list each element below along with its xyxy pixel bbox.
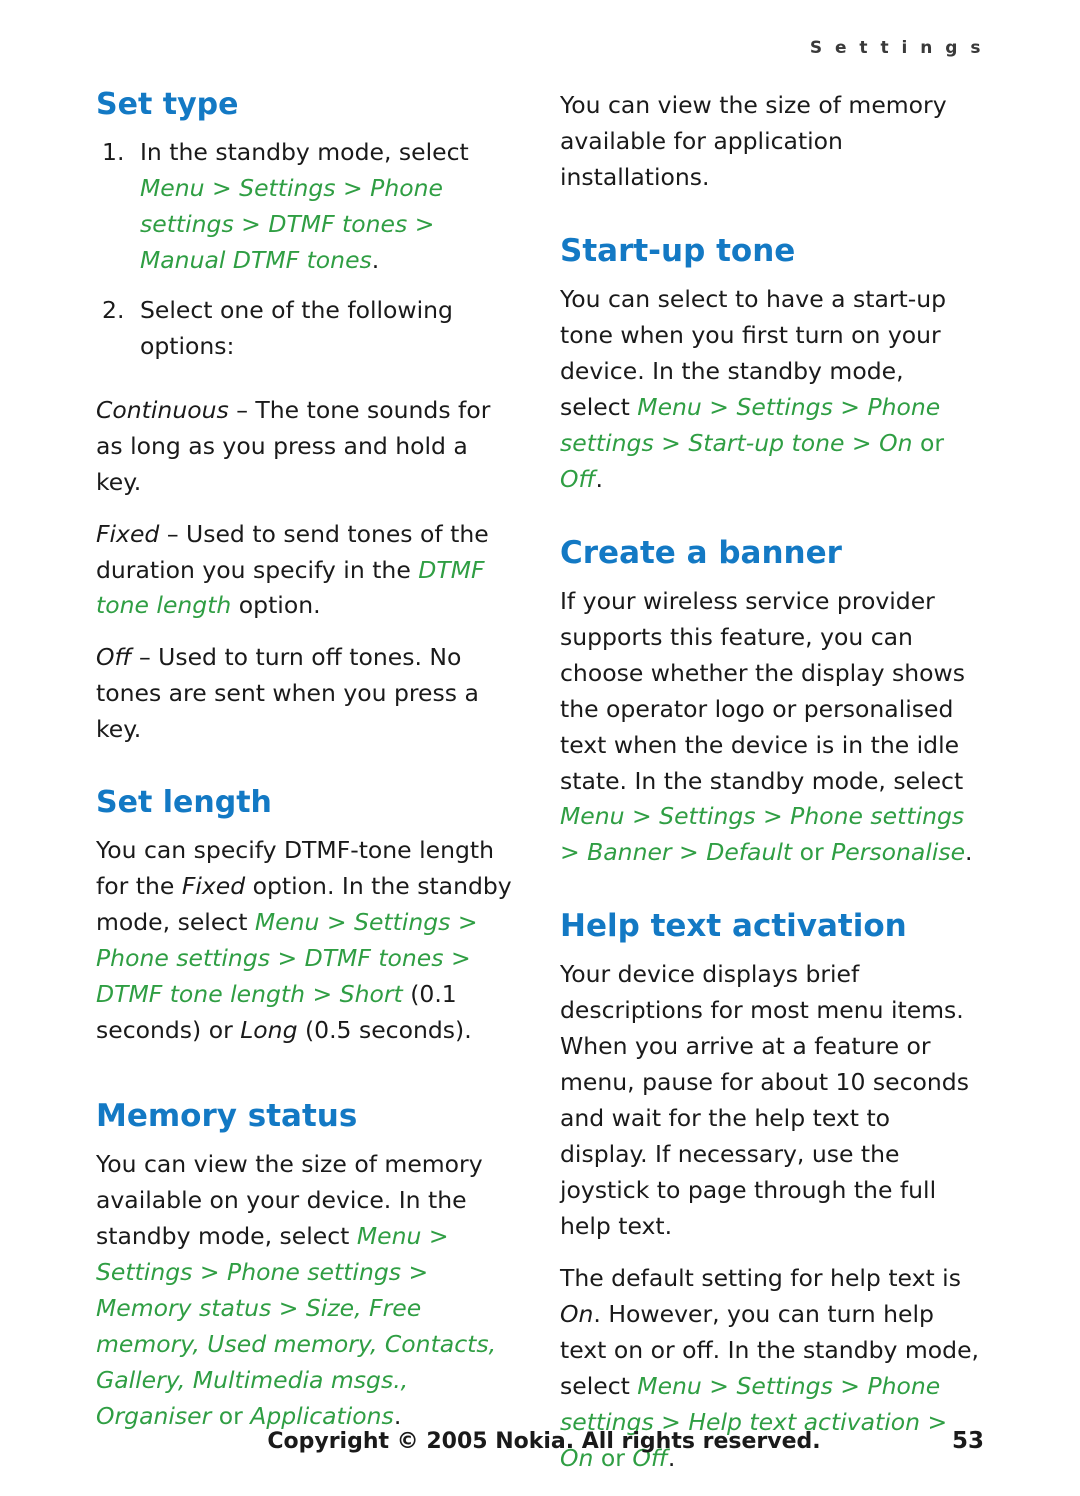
menu-path: Menu > Settings > Phone settings > DTMF … [140, 173, 443, 274]
text-d: (0.5 seconds). [297, 1016, 472, 1045]
option-term: Continuous [96, 395, 229, 424]
menu-option-applications: Applications [250, 1401, 394, 1430]
option-definition: – Used to turn off tones. No tones are s… [96, 643, 479, 744]
create-banner-paragraph: If your wireless service provider suppor… [560, 584, 980, 872]
option-long: Long [240, 1016, 298, 1045]
help-text-paragraph-1: Your device displays brief descriptions … [560, 960, 969, 1241]
text-or: or [912, 428, 944, 457]
heading-create-a-banner: Create a banner [560, 534, 842, 571]
page-footer: Copyright © 2005 Nokia. All rights reser… [0, 1428, 1080, 1454]
text-a: The default setting for help text is [560, 1264, 961, 1293]
text-a: If your wireless service provider suppor… [560, 586, 965, 795]
text-end: . [965, 838, 973, 867]
menu-option-personalise: Personalise [831, 838, 966, 867]
memory-status-paragraph: You can view the size of memory availabl… [96, 1147, 516, 1435]
option-term: Fixed [96, 519, 160, 548]
menu-path: Menu > Settings > Phone settings > Memor… [96, 1222, 497, 1430]
heading-help-text-activation: Help text activation [560, 908, 907, 945]
text-end: . [595, 464, 603, 493]
text-or: or [792, 838, 832, 867]
step-period: . [371, 245, 380, 274]
text-or: or [211, 1401, 251, 1430]
heading-set-length: Set length [96, 785, 272, 821]
option-term: Off [96, 643, 132, 672]
set-type-steps: 1. In the standby mode, select Menu > Set… [96, 135, 516, 365]
left-column: Set type 1. In the standby mode, select M… [96, 88, 516, 1477]
intro-paragraph: You can view the size of memory availabl… [560, 91, 947, 191]
step-number: 2. [102, 295, 125, 324]
start-up-tone-paragraph: You can select to have a start-up tone w… [560, 282, 980, 498]
list-item: 2. Select one of the following options: [96, 293, 516, 365]
step-text: Select one of the following options: [140, 295, 453, 360]
heading-start-up-tone: Start-up tone [560, 232, 796, 269]
heading-set-type: Set type [96, 87, 239, 122]
two-column-layout: Set type 1. In the standby mode, select M… [0, 88, 1080, 1477]
text-end: . [393, 1401, 402, 1430]
step-text: In the standby mode, select [140, 138, 469, 166]
copyright-notice: Copyright © 2005 Nokia. All rights reser… [267, 1429, 821, 1454]
option-continuous: Continuous – The tone sounds for as long… [96, 393, 516, 501]
set-length-paragraph: You can specify DTMF-tone length for the… [96, 833, 516, 1049]
option-off: Off – Used to turn off tones. No tones a… [96, 640, 516, 748]
heading-memory-status: Memory status [96, 1098, 358, 1135]
option-definition-b: option. [231, 591, 321, 620]
step-number: 1. [102, 138, 125, 166]
right-column: You can view the size of memory availabl… [560, 88, 980, 1477]
option-fixed-ref: Fixed [181, 872, 246, 901]
option-on: On [560, 1300, 594, 1329]
running-head: S e t t i n g s [809, 38, 984, 58]
menu-option-off: Off [560, 464, 596, 493]
page-number: 53 [951, 1428, 984, 1454]
list-item: 1. In the standby mode, select Menu > Set… [96, 135, 516, 279]
document-page: S e t t i n g s Set type 1. In the standb… [0, 0, 1080, 1496]
option-fixed: Fixed – Used to send tones of the durati… [96, 517, 516, 625]
